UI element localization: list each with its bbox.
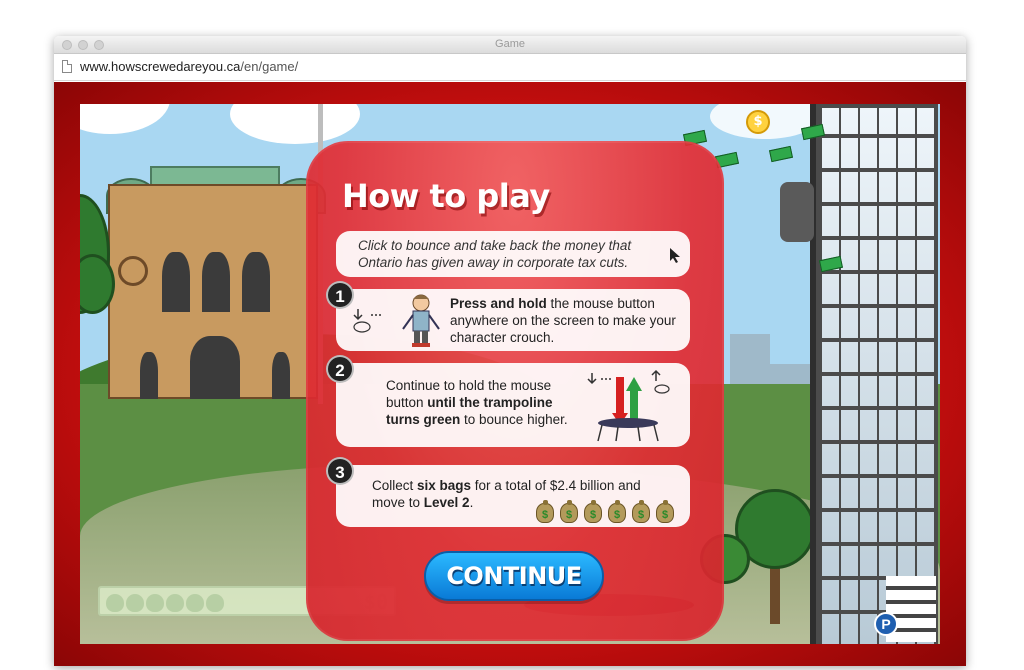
step-number-1: 1 xyxy=(326,281,354,309)
cloud xyxy=(80,104,170,134)
window xyxy=(242,252,270,312)
step-2-text: Continue to hold the mouse button until … xyxy=(386,377,576,428)
continue-button[interactable]: CONTINUE xyxy=(424,551,604,601)
window-title: Game xyxy=(495,38,525,50)
step-card-1: Press and hold the mouse button anywhere… xyxy=(336,289,690,351)
character-icon xyxy=(402,294,440,347)
game-frame: $ $0 P How to play xyxy=(54,82,966,666)
intro-text: Click to bounce and take back the money … xyxy=(358,238,632,270)
url-text[interactable]: www.howscrewedareyou.ca/en/game/ xyxy=(80,59,298,74)
coin-icon: $ xyxy=(746,110,770,134)
legislature-building xyxy=(108,184,318,399)
money-bag-icon: $ xyxy=(632,500,650,523)
trampoline-bounce-icon xyxy=(587,369,670,442)
game-stage[interactable]: $ $0 P How to play xyxy=(80,104,940,644)
step-3-bold-level: Level 2 xyxy=(423,495,470,510)
modal-title: How to play xyxy=(342,177,550,215)
how-to-play-modal: How to play Click to bounce and take bac… xyxy=(306,141,724,641)
rose-window xyxy=(118,256,148,286)
empty-bag-slot-icon xyxy=(146,594,164,612)
step-3-bold: six bags xyxy=(417,478,472,493)
cloud xyxy=(230,104,360,144)
money-bag-icon: $ xyxy=(584,500,602,523)
empty-bag-slot-icon xyxy=(106,594,124,612)
empty-bag-slot-icon xyxy=(186,594,204,612)
window xyxy=(162,252,190,312)
step-number-3: 3 xyxy=(326,457,354,485)
step-card-3: Collect six bags for a total of $2.4 bil… xyxy=(336,465,690,527)
window xyxy=(202,252,230,312)
money-bag-icon: $ xyxy=(656,500,674,523)
pause-button[interactable]: P xyxy=(874,612,898,636)
intro-card: Click to bounce and take back the money … xyxy=(336,231,690,277)
window xyxy=(140,352,158,399)
step-1-bold: Press and hold xyxy=(450,296,547,311)
money-bag-icon: $ xyxy=(560,500,578,523)
money-bag-icon: $ xyxy=(608,500,626,523)
cash-icon xyxy=(768,145,794,163)
title-bar: Game xyxy=(54,36,966,54)
cursor-icon xyxy=(670,248,680,263)
doorway xyxy=(190,336,240,399)
office-tower xyxy=(810,104,938,644)
step-3-tail: . xyxy=(469,495,474,510)
window xyxy=(272,352,290,399)
empty-bag-slot-icon xyxy=(206,594,224,612)
url-domain: www.howscrewedareyou.ca xyxy=(80,59,241,74)
mouse-press-icon xyxy=(353,309,381,333)
page-icon xyxy=(62,60,72,73)
step-card-2: Continue to hold the mouse button until … xyxy=(336,363,690,447)
empty-bag-slot-icon xyxy=(126,594,144,612)
url-path: /en/game/ xyxy=(240,59,299,74)
step-2-tail: to bounce higher. xyxy=(460,412,568,427)
browser-window: Game www.howscrewedareyou.ca/en/game/ $ … xyxy=(54,36,966,666)
step-3-lead: Collect xyxy=(372,478,418,493)
step-3-text: Collect six bags for a total of $2.4 bil… xyxy=(372,477,672,511)
step-number-2: 2 xyxy=(326,355,354,383)
empty-bag-slot-icon xyxy=(166,594,184,612)
executive-character xyxy=(780,182,814,242)
money-bag-icon: $ xyxy=(536,500,554,523)
step-1-text: Press and hold the mouse button anywhere… xyxy=(450,295,686,346)
address-bar[interactable]: www.howscrewedareyou.ca/en/game/ xyxy=(54,54,966,81)
